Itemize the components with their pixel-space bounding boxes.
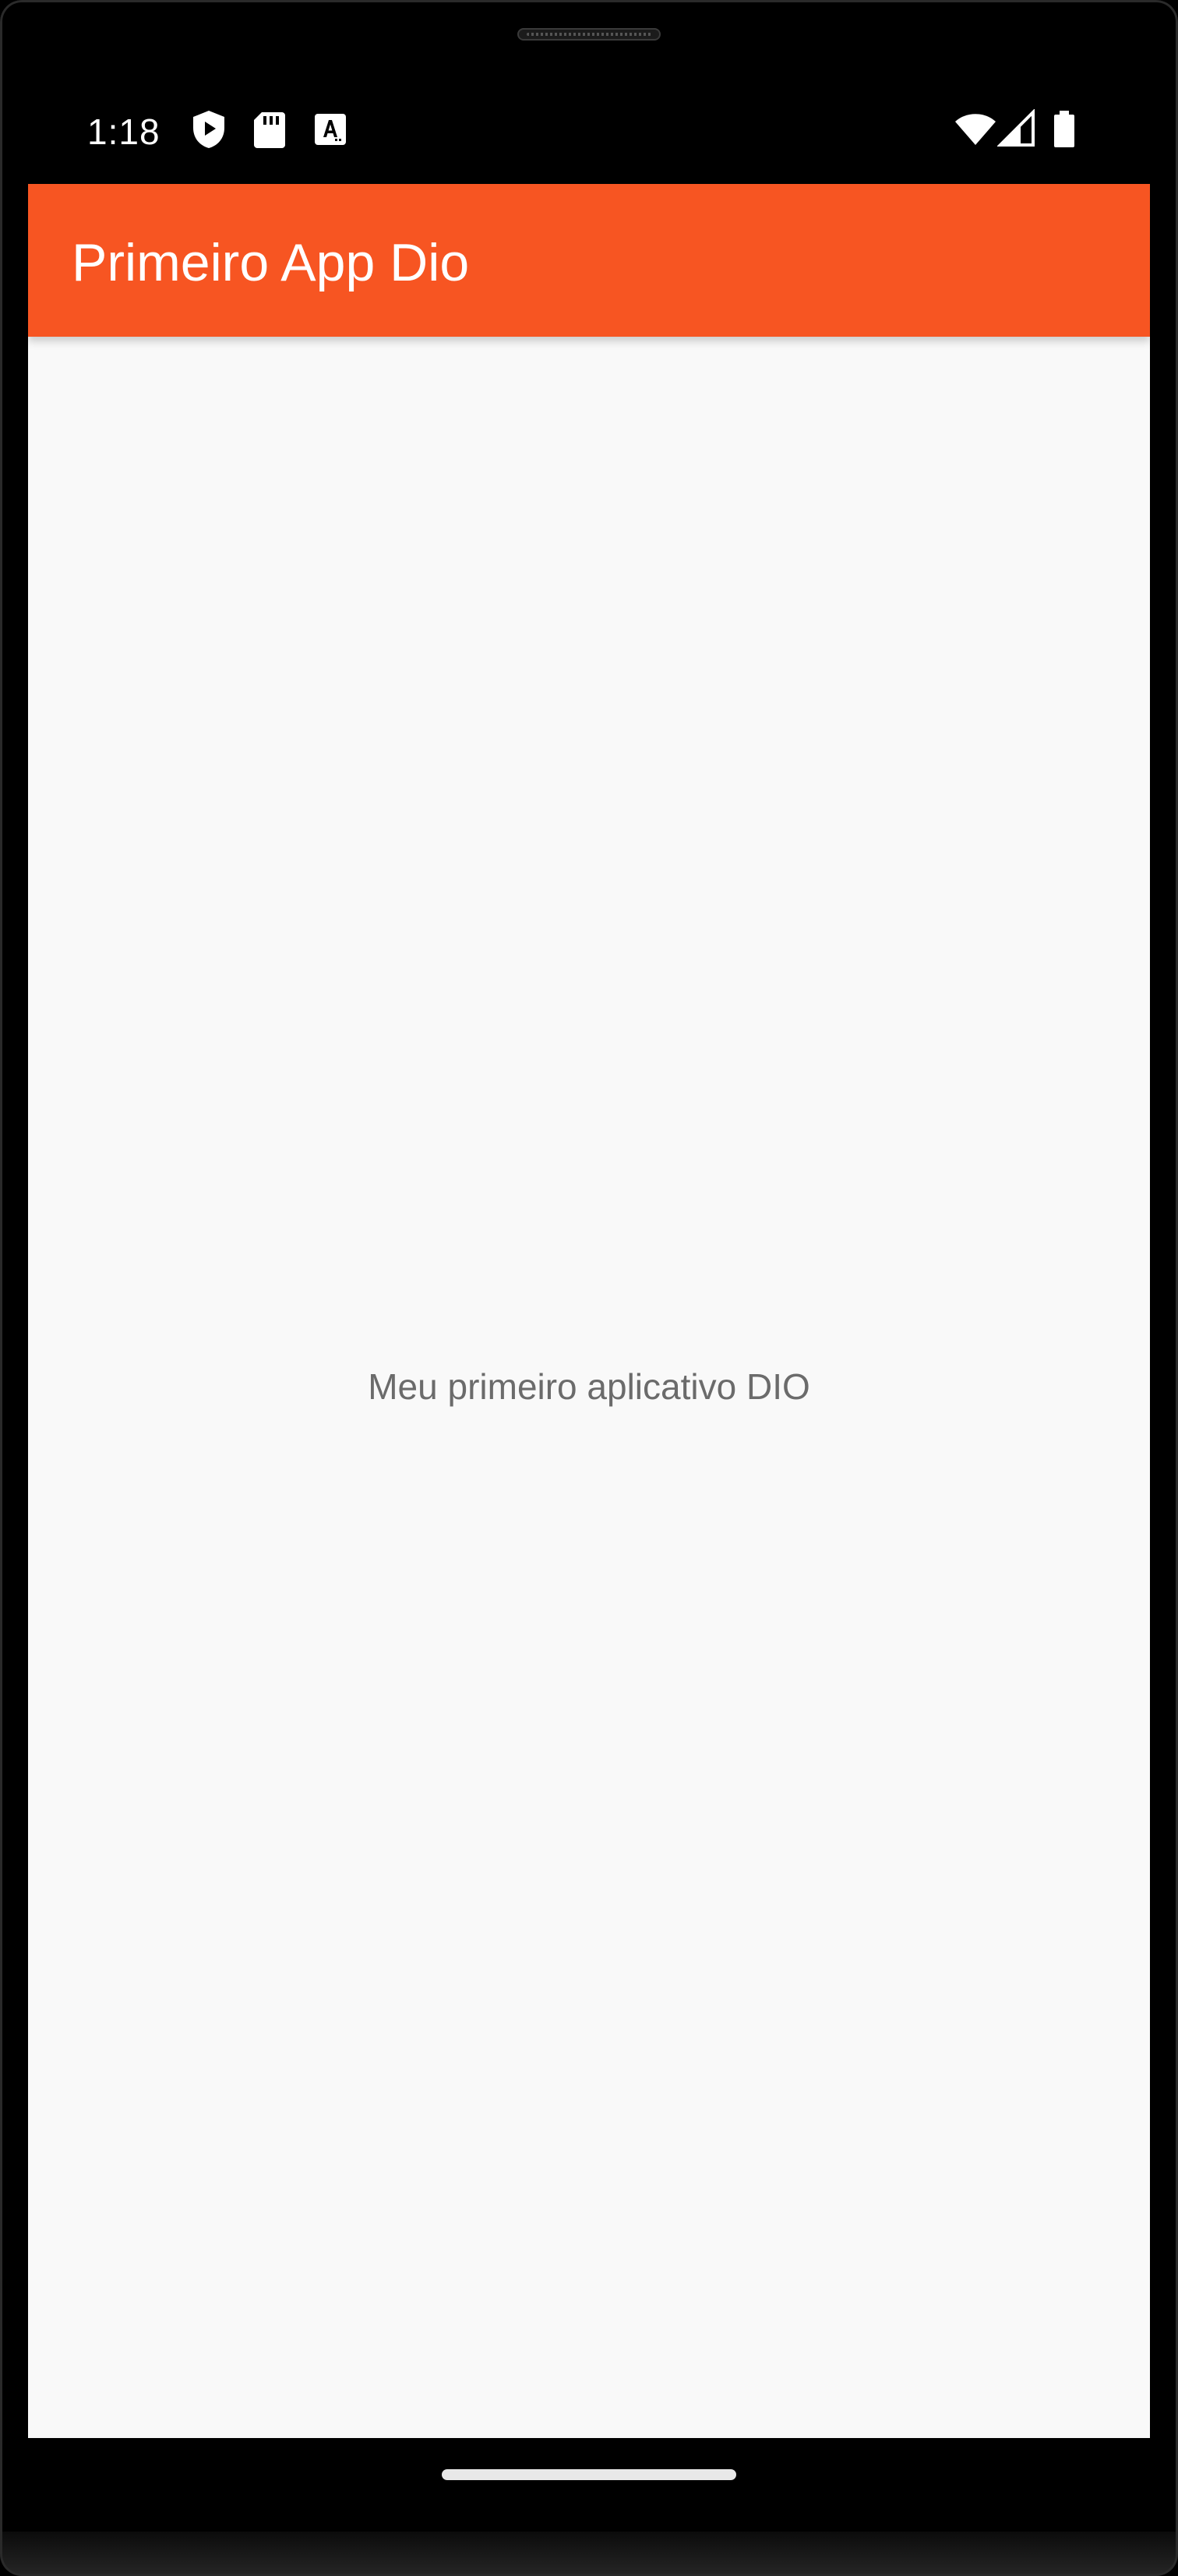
speaker-grill-holes bbox=[527, 33, 651, 36]
speaker-grill bbox=[517, 28, 661, 41]
play-protect-icon bbox=[190, 109, 227, 150]
status-bar: 1:18 bbox=[28, 92, 1150, 170]
sd-card-icon bbox=[251, 109, 288, 150]
main-content: Meu primeiro aplicativo DIO bbox=[28, 337, 1150, 2438]
welcome-message: Meu primeiro aplicativo DIO bbox=[368, 1366, 810, 1407]
device-frame: 1:18 Primeiro App Dio Meu primeiro aplic… bbox=[0, 0, 1178, 2576]
app-title: Primeiro App Dio bbox=[72, 233, 470, 292]
device-bottom-bezel bbox=[0, 2532, 1178, 2576]
status-time: 1:18 bbox=[87, 111, 160, 152]
wifi-icon bbox=[954, 109, 997, 150]
battery-icon bbox=[1052, 109, 1077, 150]
font-a-icon bbox=[312, 109, 349, 150]
home-indicator[interactable] bbox=[442, 2469, 736, 2480]
gesture-nav-bar bbox=[28, 2438, 1150, 2532]
signal-icon bbox=[996, 108, 1038, 150]
app-bar: Primeiro App Dio bbox=[28, 184, 1150, 337]
